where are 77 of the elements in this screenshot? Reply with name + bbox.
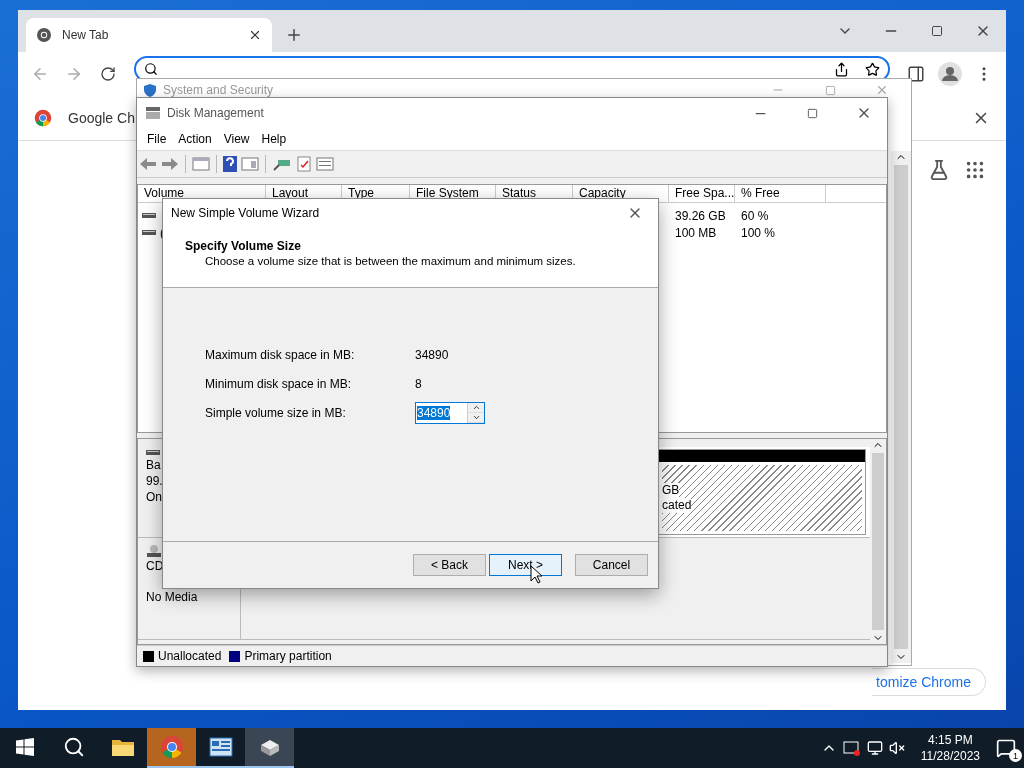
dialog-button[interactable]: < Back [413, 554, 486, 576]
drive-icon [146, 449, 160, 457]
reload-icon[interactable] [100, 66, 116, 82]
notification-badge: 1 [1009, 749, 1022, 762]
infobar-text: Google Ch [68, 110, 135, 126]
field-value: 8 [415, 376, 422, 391]
menu-item[interactable]: View [217, 132, 256, 146]
disk-management-icon [145, 106, 161, 120]
volume-muted-icon[interactable] [888, 740, 905, 756]
back-icon[interactable] [139, 157, 157, 171]
network-icon[interactable] [842, 740, 861, 756]
new-tab-icon[interactable] [285, 26, 303, 44]
table-cell-text: 39.26 GB [674, 208, 727, 223]
folder-icon [110, 737, 135, 757]
partition-info: cated [662, 498, 692, 513]
forward-icon[interactable] [161, 157, 179, 171]
maximize-icon[interactable] [806, 107, 818, 119]
volume-size-field[interactable]: 34890 [415, 401, 485, 424]
cd-drive-icon [146, 544, 162, 558]
close-icon[interactable] [248, 28, 262, 42]
field-value: 34890 [415, 347, 449, 362]
shield-icon [143, 83, 157, 97]
notifications-icon[interactable] [996, 738, 1016, 758]
table-cell-text: 60 % [740, 208, 770, 223]
star-icon[interactable] [865, 61, 880, 77]
share-icon[interactable] [834, 61, 849, 77]
disk-info: No Media [146, 590, 199, 605]
browser-icon [159, 735, 184, 759]
browser-logo-icon [34, 109, 52, 127]
partition-info: GB [662, 483, 680, 498]
maximize-icon[interactable] [931, 25, 943, 37]
customize-button[interactable]: tomize Chrome [872, 668, 986, 696]
browser-logo-icon [36, 27, 52, 43]
scrollbar[interactable] [870, 439, 886, 644]
column-header[interactable]: Free Spa... [669, 185, 735, 202]
monitor-icon[interactable] [866, 740, 883, 756]
control-panel-icon [208, 737, 233, 757]
field-label: Simple volume size in MB: [205, 405, 347, 420]
disk-info: On [146, 490, 163, 505]
apps-icon[interactable] [964, 159, 986, 181]
window-title: System and Security [163, 83, 274, 97]
field-label: Maximum disk space in MB: [205, 347, 356, 362]
flask-icon[interactable] [928, 159, 950, 181]
dialog-button[interactable]: Cancel [575, 554, 648, 576]
help-icon[interactable] [223, 156, 237, 172]
side-panel-icon[interactable] [907, 65, 925, 83]
dialog-button[interactable]: Next > [489, 554, 562, 576]
disk-info: Ba [146, 458, 162, 473]
checklist-icon[interactable] [296, 156, 312, 172]
drive-icon [142, 211, 156, 220]
window-title: Disk Management [167, 106, 264, 120]
start-icon[interactable] [15, 738, 34, 756]
legend-label: Primary partition [244, 649, 332, 663]
menu-item[interactable]: Action [172, 132, 218, 146]
wizard-subtitle: Choose a volume size that is between the maximum and minimum sizes. [204, 255, 577, 267]
scrollbar[interactable] [891, 151, 911, 663]
clock-time: 4:15 PM [928, 732, 973, 748]
column-header[interactable]: % Free [735, 185, 826, 202]
search-icon[interactable] [62, 736, 85, 758]
browser-tab[interactable]: New Tab [26, 18, 272, 52]
menu-item[interactable]: File [141, 132, 173, 146]
field-value: 34890 [417, 405, 451, 420]
drive-icon [142, 228, 156, 237]
clock[interactable]: 4:15 PM 11/28/2023 [920, 732, 980, 764]
disk-info: 99. [146, 474, 164, 489]
legend-label: Unallocated [158, 649, 222, 663]
taskbar-app[interactable] [245, 728, 294, 768]
table-cell-text: 100 MB [674, 225, 718, 240]
table-cell-text: 100 % [740, 225, 777, 240]
clock-date: 11/28/2023 [920, 748, 980, 764]
field-label: Minimum disk space in MB: [205, 376, 353, 391]
list-icon[interactable] [316, 157, 334, 171]
dialog-title: New Simple Volume Wizard [171, 206, 320, 220]
search-icon [144, 62, 158, 76]
profile-icon[interactable] [938, 62, 962, 86]
wizard-heading: Specify Volume Size [185, 239, 302, 253]
menu-item[interactable]: Help [255, 132, 293, 146]
